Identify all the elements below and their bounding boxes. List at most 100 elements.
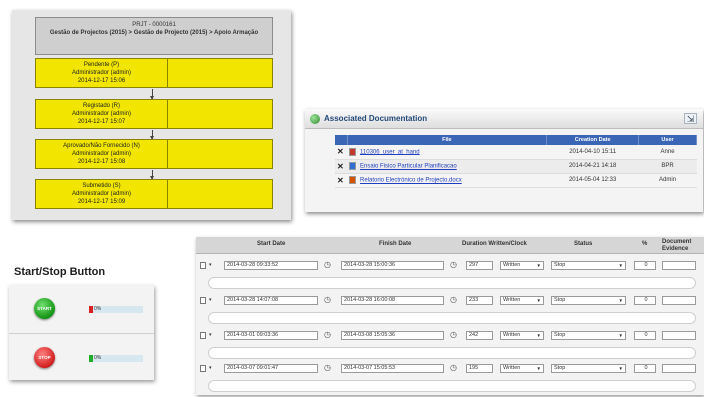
col-header-actions xyxy=(335,135,348,145)
status-select[interactable]: Stop xyxy=(551,261,626,270)
row-menu-chevron-icon[interactable]: ▾ xyxy=(209,332,212,338)
status-select[interactable]: Stop xyxy=(551,331,626,340)
workflow-code: PRJT - 0000161 xyxy=(132,22,176,28)
col-header-date: Creation Date xyxy=(546,135,640,145)
duration-type-select[interactable]: Written xyxy=(500,261,544,270)
duration-field[interactable]: 297 xyxy=(466,261,493,270)
start-row: START 0% xyxy=(9,285,154,331)
status-select[interactable]: Stop xyxy=(551,296,626,305)
clock-icon[interactable]: ◷ xyxy=(324,330,331,339)
file-user: Admin xyxy=(638,173,697,188)
workflow-step[interactable]: Submetido (S) Administrador (admin) 2014… xyxy=(35,179,273,209)
progress-marker xyxy=(89,306,93,313)
col-header-status: Status xyxy=(574,241,593,247)
table-row: ▾ 2014-03-07 09:01:47 ◷ 2014-03-07 15:05:53… xyxy=(196,359,704,396)
document-evidence-field[interactable] xyxy=(662,261,696,270)
duration-type-select[interactable]: Written xyxy=(500,364,544,373)
table-header: Start Date Finish Date Duration Written/… xyxy=(196,237,704,254)
duration-field[interactable]: 195 xyxy=(466,364,493,373)
duration-type-select[interactable]: Written xyxy=(500,296,544,305)
finish-date-field[interactable]: 2014-03-08 15:05:36 xyxy=(341,331,444,340)
col-header-file: File xyxy=(347,135,548,145)
clock-icon[interactable]: ◷ xyxy=(324,363,331,372)
notes-field[interactable] xyxy=(208,277,696,289)
file-date: 2014-04-21 14:18 xyxy=(546,159,639,174)
delete-icon[interactable]: ✕ xyxy=(337,176,345,185)
status-select[interactable]: Stop xyxy=(551,364,626,373)
startstop-label: Start/Stop Button xyxy=(14,266,106,278)
workflow-step[interactable]: Pendente (P) Administrador (admin) 2014-… xyxy=(35,58,273,88)
pdf-file-icon xyxy=(349,147,356,156)
table-row: ▾ 2014-03-01 09:03:36 ◷ 2014-03-08 15:05:36… xyxy=(196,326,704,363)
row-checkbox[interactable] xyxy=(200,297,206,304)
workflow-step[interactable]: Registado (R) Administrador (admin) 2014… xyxy=(35,99,273,129)
duration-field[interactable]: 233 xyxy=(466,296,493,305)
doc-titlebar: Associated Documentation ⇲ xyxy=(305,109,703,129)
step-divider xyxy=(167,180,168,208)
start-date-field[interactable]: 2014-03-07 09:01:47 xyxy=(224,364,318,373)
document-evidence-field[interactable] xyxy=(662,364,696,373)
clock-icon[interactable]: ◷ xyxy=(450,260,457,269)
col-header-duration: Duration Written/Clock xyxy=(462,241,527,247)
stop-row: STOP 0% xyxy=(9,333,154,379)
document-evidence-field[interactable] xyxy=(662,296,696,305)
workflow-step[interactable]: Aprovado/Não Fornecido (N) Administrador… xyxy=(35,139,273,169)
step-divider xyxy=(167,59,168,87)
percent-field[interactable]: 0 xyxy=(634,296,656,305)
flow-arrow xyxy=(150,170,154,180)
workflow-description: Gestão de Projectos (2015) > Gestão de P… xyxy=(49,30,259,36)
progress-percent: 0% xyxy=(94,355,102,361)
row-checkbox[interactable] xyxy=(200,365,206,372)
notes-field[interactable] xyxy=(208,347,696,359)
step-date: 2014-12-17 15:08 xyxy=(77,159,126,165)
percent-field[interactable]: 0 xyxy=(634,261,656,270)
progress-percent: 0% xyxy=(94,306,102,312)
clock-icon[interactable]: ◷ xyxy=(450,330,457,339)
pdf-file-icon xyxy=(349,176,356,184)
row-checkbox[interactable] xyxy=(200,262,206,269)
percent-field[interactable]: 0 xyxy=(634,364,656,373)
table-row: ✕ Relatorio Electrónico de Projecto.docx… xyxy=(335,173,697,188)
startstop-panel: START 0% STOP 0% xyxy=(9,285,154,380)
file-date: 2014-04-10 15:11 xyxy=(546,145,639,160)
step-status: Pendente (P) xyxy=(83,62,120,68)
start-button[interactable]: START xyxy=(34,298,55,319)
workflow-panel: PRJT - 0000161 Gestão de Projectos (2015… xyxy=(12,10,291,220)
delete-icon[interactable]: ✕ xyxy=(337,147,345,156)
file-link[interactable]: Relatorio Electrónico de Projecto.docx xyxy=(360,178,462,184)
start-date-field[interactable]: 2014-03-28 09:33:52 xyxy=(224,261,318,270)
clock-icon[interactable]: ◷ xyxy=(450,295,457,304)
collapse-arrow-icon[interactable]: ⇲ xyxy=(684,113,697,124)
file-date: 2014-05-04 12:33 xyxy=(546,173,639,188)
step-user: Administrador (admin) xyxy=(71,191,132,197)
row-menu-chevron-icon[interactable]: ▾ xyxy=(209,297,212,303)
row-checkbox[interactable] xyxy=(200,332,206,339)
step-user: Administrador (admin) xyxy=(71,70,132,76)
file-link[interactable]: 110306_user_at_hand xyxy=(360,149,420,155)
file-link[interactable]: Ensaio Fisico Particular Planificacao xyxy=(360,164,457,170)
step-divider xyxy=(167,140,168,168)
start-date-field[interactable]: 2014-03-28 14:07:08 xyxy=(224,296,318,305)
document-evidence-field[interactable] xyxy=(662,331,696,340)
clock-icon[interactable]: ◷ xyxy=(324,295,331,304)
row-menu-chevron-icon[interactable]: ▾ xyxy=(209,262,212,268)
documents-table: File Creation Date User ✕ 110306_user_at… xyxy=(335,135,697,188)
col-header-doc: Document Evidence xyxy=(662,239,692,252)
finish-date-field[interactable]: 2014-03-28 15:00:36 xyxy=(341,261,444,270)
clock-icon[interactable]: ◷ xyxy=(450,363,457,372)
notes-field[interactable] xyxy=(208,312,696,324)
percent-field[interactable]: 0 xyxy=(634,331,656,340)
finish-date-field[interactable]: 2014-03-28 16:00:08 xyxy=(341,296,444,305)
notes-field[interactable] xyxy=(208,380,696,392)
finish-date-field[interactable]: 2014-03-07 15:05:53 xyxy=(341,364,444,373)
col-header-finish: Finish Date xyxy=(379,241,412,247)
progress-marker xyxy=(89,355,93,362)
duration-field[interactable]: 242 xyxy=(466,331,493,340)
clock-icon[interactable]: ◷ xyxy=(324,260,331,269)
row-menu-chevron-icon[interactable]: ▾ xyxy=(209,365,212,371)
stop-button[interactable]: STOP xyxy=(34,347,55,368)
start-date-field[interactable]: 2014-03-01 09:03:36 xyxy=(224,331,318,340)
delete-icon[interactable]: ✕ xyxy=(337,162,345,171)
duration-type-select[interactable]: Written xyxy=(500,331,544,340)
step-status: Submetido (S) xyxy=(82,183,121,189)
